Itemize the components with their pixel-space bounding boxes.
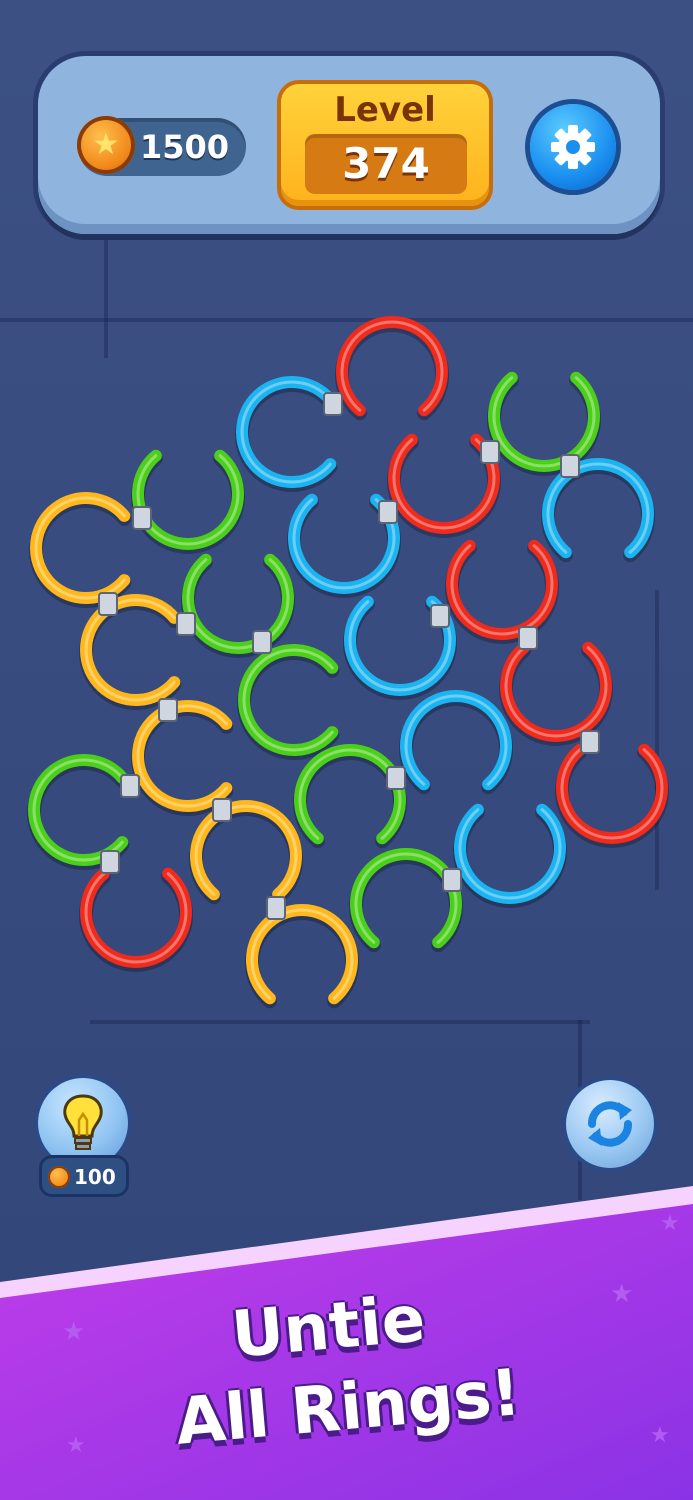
red-ring[interactable] [445,539,559,644]
restart-button[interactable] [566,1080,654,1168]
red-ring[interactable] [499,641,613,746]
ring-clip [580,730,600,754]
ring-clip [100,850,120,874]
restart-icon [588,1101,632,1147]
red-ring[interactable] [79,867,193,972]
red-ring[interactable] [387,433,501,538]
svg-text:★: ★ [660,1211,680,1236]
svg-text:★: ★ [62,1317,85,1347]
ring-clip [176,612,196,636]
yellow-ring[interactable] [189,800,303,905]
yellow-ring[interactable] [245,904,359,1009]
ring-clip [212,798,232,822]
ring-clip [442,868,462,892]
ring-clip [98,592,118,616]
ring-clip [266,896,286,920]
svg-text:★: ★ [650,1423,670,1448]
ring-clip [120,774,140,798]
green-ring[interactable] [131,449,245,554]
green-ring[interactable] [181,553,295,658]
ring-clip [430,604,450,628]
yellow-ring[interactable] [29,492,132,608]
red-ring[interactable] [555,743,669,848]
green-ring[interactable] [237,644,340,760]
ring-clip [158,698,178,722]
svg-text:★: ★ [610,1279,633,1309]
ring-clip [378,500,398,524]
ring-clip [560,454,580,478]
ring-clip [386,766,406,790]
ring-clip [518,626,538,650]
blue-ring[interactable] [399,690,513,795]
ring-clip [323,392,343,416]
yellow-ring[interactable] [131,700,234,816]
yellow-ring[interactable] [79,594,182,710]
blue-ring[interactable] [235,376,338,492]
green-ring[interactable] [27,754,130,870]
ring-clip [480,440,500,464]
ring-clip [252,630,272,654]
blue-ring[interactable] [453,803,567,908]
green-ring[interactable] [349,848,463,953]
green-ring[interactable] [293,744,407,849]
red-ring[interactable] [335,316,449,421]
ring-clip [132,506,152,530]
svg-text:★: ★ [66,1433,86,1458]
lightbulb-icon [63,1094,103,1150]
hint-button[interactable] [38,1078,128,1168]
